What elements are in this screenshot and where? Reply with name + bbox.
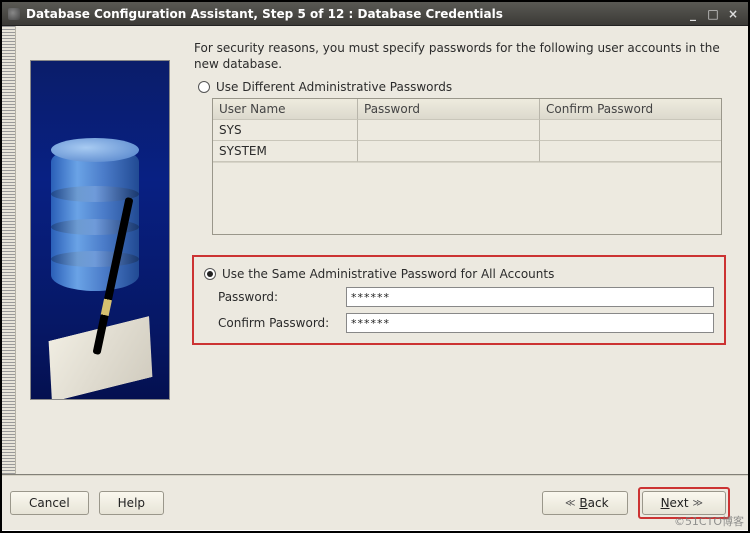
table-row: SYS (213, 120, 721, 141)
password-label: Password: (218, 290, 338, 304)
cell-user: SYS (213, 120, 358, 141)
radio-label: Use Different Administrative Passwords (216, 80, 452, 94)
title-bar: Database Configuration Assistant, Step 5… (2, 2, 748, 26)
app-icon (8, 8, 20, 20)
cell-user: SYSTEM (213, 141, 358, 162)
credentials-table: User Name Password Confirm Password SYS … (212, 98, 722, 235)
col-user: User Name (213, 99, 358, 120)
wizard-artwork (30, 60, 170, 400)
intro-text: For security reasons, you must specify p… (192, 40, 726, 72)
cancel-button[interactable]: Cancel (10, 491, 89, 515)
confirm-password-input[interactable]: ****** (346, 313, 714, 333)
radio-icon (198, 81, 210, 93)
confirm-password-label: Confirm Password: (218, 316, 338, 330)
cell-confirm[interactable] (540, 120, 721, 141)
table-empty-area (213, 162, 721, 234)
col-confirm: Confirm Password (540, 99, 721, 120)
wizard-footer: Cancel Help ≪ Back Next ≫ (2, 474, 748, 530)
table-header-row: User Name Password Confirm Password (213, 99, 721, 120)
radio-icon (204, 268, 216, 280)
help-button[interactable]: Help (99, 491, 164, 515)
col-password: Password (358, 99, 540, 120)
button-label: Back (579, 496, 608, 510)
maximize-button[interactable]: □ (704, 6, 722, 22)
chevron-right-icon: ≫ (693, 498, 703, 509)
same-password-block: Use the Same Administrative Password for… (192, 255, 726, 345)
close-button[interactable]: × (724, 6, 742, 22)
wizard-side-image (16, 26, 184, 474)
content-area: For security reasons, you must specify p… (2, 26, 748, 474)
cell-confirm[interactable] (540, 141, 721, 162)
button-label: Help (118, 496, 145, 510)
table-row: SYSTEM (213, 141, 721, 162)
password-input[interactable]: ****** (346, 287, 714, 307)
window-title: Database Configuration Assistant, Step 5… (26, 7, 682, 21)
radio-different-passwords[interactable]: Use Different Administrative Passwords (198, 80, 726, 94)
watermark: ©51CTO博客 (674, 513, 744, 529)
cell-password[interactable] (358, 120, 540, 141)
radio-same-password[interactable]: Use the Same Administrative Password for… (204, 267, 714, 281)
radio-label: Use the Same Administrative Password for… (222, 267, 554, 281)
cell-password[interactable] (358, 141, 540, 162)
next-button[interactable]: Next ≫ (642, 491, 726, 515)
left-ribbon (2, 26, 16, 474)
minimize-button[interactable]: _ (684, 6, 702, 22)
chevron-left-icon: ≪ (565, 498, 575, 509)
main-panel: For security reasons, you must specify p… (184, 26, 748, 474)
button-label: Cancel (29, 496, 70, 510)
back-button[interactable]: ≪ Back (542, 491, 628, 515)
button-label: Next (661, 496, 689, 510)
